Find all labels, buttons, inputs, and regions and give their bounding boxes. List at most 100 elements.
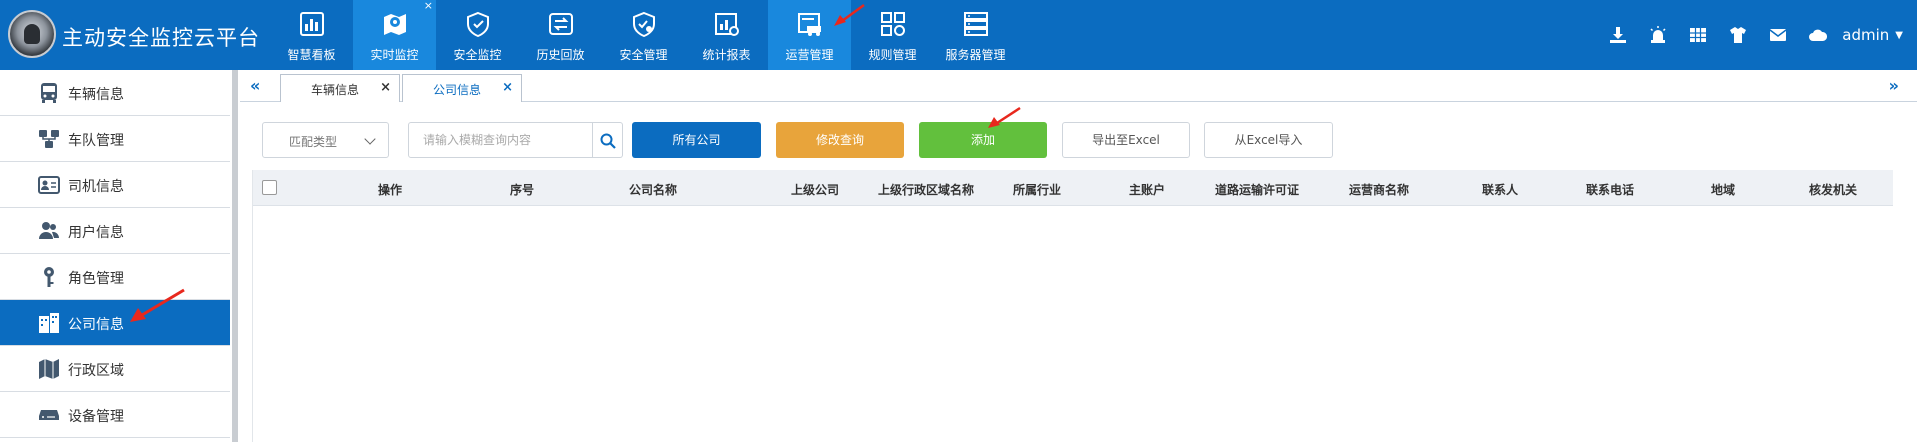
mail-button[interactable]: [1758, 0, 1798, 70]
key-icon: [44, 267, 54, 287]
column-header: 联系电话: [1586, 183, 1635, 197]
fleet-icon: [39, 130, 59, 148]
sidebar-item-driver-info[interactable]: 司机信息: [0, 162, 230, 208]
map-pin-icon: [384, 14, 406, 35]
column-header: 地域: [1711, 183, 1736, 197]
nav-label: 规则管理: [868, 48, 917, 62]
theme-button[interactable]: [1718, 0, 1758, 70]
shirt-icon: [1730, 27, 1747, 43]
cloud-icon: [1809, 29, 1828, 41]
sidebar-item-label: 角色管理: [68, 271, 124, 287]
nav-label: 统计报表: [702, 48, 751, 62]
import-excel-button[interactable]: 从Excel导入: [1204, 122, 1333, 158]
bus-icon: [41, 83, 57, 103]
sidebar-item-vehicle-info[interactable]: 车辆信息: [0, 70, 230, 116]
nav-item-history-playback[interactable]: 历史回放: [519, 0, 602, 70]
search-button[interactable]: [593, 122, 623, 158]
tab-label: 公司信息: [433, 83, 482, 97]
nav-label: 服务器管理: [945, 48, 1006, 62]
header-toolbar: admin ▼: [1598, 0, 1917, 70]
nav-label: 实时监控: [370, 48, 419, 62]
column-header: 上级行政区域名称: [878, 183, 975, 197]
rules-grid-icon: [881, 12, 905, 36]
nav-label: 历史回放: [536, 48, 585, 62]
column-header: 所属行业: [1013, 183, 1062, 197]
close-icon[interactable]: ×: [380, 80, 391, 95]
sidebar-item-company-info[interactable]: 公司信息: [0, 300, 230, 346]
sidebar-item-label: 车队管理: [68, 133, 124, 149]
download-button[interactable]: [1598, 0, 1638, 70]
sidebar-item-device-management[interactable]: 设备管理: [0, 392, 230, 438]
sidebar: 车辆信息 车队管理 司机信息 用户信息 角色管理 公司信息 行政区域 设备管理: [0, 70, 232, 442]
select-all-checkbox[interactable]: [262, 180, 277, 195]
id-card-icon: [38, 176, 60, 194]
chevron-down-icon[interactable]: ▼: [1895, 30, 1903, 41]
sidebar-scrollbar[interactable]: [232, 70, 238, 442]
column-header: 联系人: [1482, 183, 1519, 197]
company-table: 操作 序号 公司名称 上级公司 上级行政区域名称 所属行业 主账户 道路运输许可…: [252, 170, 1893, 442]
tab-scroll-left-button[interactable]: «: [250, 76, 260, 95]
dashboard-icon: [300, 12, 324, 36]
device-icon: [39, 410, 59, 420]
match-type-select[interactable]: 匹配类型: [262, 122, 389, 158]
cloud-button[interactable]: [1798, 0, 1838, 70]
vehicle-management-icon: [798, 13, 821, 36]
alarm-button[interactable]: [1638, 0, 1678, 70]
nav-label: 安全监控: [453, 48, 502, 62]
tab-vehicle-info[interactable]: 车辆信息 ×: [280, 74, 400, 102]
column-header: 序号: [510, 183, 535, 197]
column-header: 公司名称: [629, 183, 678, 197]
nav-item-statistics-report[interactable]: 统计报表: [685, 0, 768, 70]
download-icon: [1610, 27, 1627, 43]
export-excel-button[interactable]: 导出至Excel: [1062, 122, 1190, 158]
app-logo: [8, 10, 56, 58]
search-input[interactable]: [408, 122, 593, 158]
app-title: 主动安全监控云平台: [62, 26, 260, 50]
sidebar-item-admin-region[interactable]: 行政区域: [0, 346, 230, 392]
column-header: 运营商名称: [1349, 183, 1410, 197]
all-companies-button[interactable]: 所有公司: [632, 122, 761, 158]
column-header: 上级公司: [791, 183, 840, 197]
column-header: 操作: [378, 183, 403, 197]
sidebar-item-label: 用户信息: [68, 225, 124, 241]
add-button[interactable]: 添加: [919, 122, 1047, 158]
close-icon[interactable]: ×: [502, 80, 513, 95]
users-icon: [39, 222, 60, 239]
column-header: 道路运输许可证: [1215, 183, 1300, 197]
annotation-arrow: [130, 288, 185, 322]
sidebar-item-label: 车辆信息: [68, 87, 124, 103]
table-header: 操作 序号 公司名称 上级公司 上级行政区域名称 所属行业 主账户 道路运输许可…: [253, 170, 1893, 206]
tab-company-info[interactable]: 公司信息 ×: [402, 74, 522, 102]
nav-item-realtime-monitor[interactable]: 实时监控 ×: [353, 0, 436, 70]
sidebar-item-user-info[interactable]: 用户信息: [0, 208, 230, 254]
top-bar: 主动安全监控云平台 智慧看板 实时监控 × 安全监控 历史回放 安全管理 统计报…: [0, 0, 1917, 70]
mail-icon: [1769, 29, 1787, 41]
annotation-arrow: [988, 106, 1021, 128]
sidebar-item-label: 司机信息: [68, 179, 124, 195]
tab-strip: « 车辆信息 × 公司信息 × »: [240, 70, 1917, 102]
nav-label: 安全管理: [619, 48, 668, 62]
grid-list-button[interactable]: [1678, 0, 1718, 70]
grid-list-icon: [1690, 28, 1707, 42]
annotation-arrow: [834, 3, 865, 26]
sidebar-item-label: 行政区域: [68, 363, 124, 379]
report-chart-icon: [715, 13, 739, 36]
user-menu[interactable]: admin: [1842, 26, 1889, 44]
nav-close-button[interactable]: ×: [424, 0, 433, 12]
nav-item-dashboard[interactable]: 智慧看板: [270, 0, 353, 70]
playback-icon: [549, 13, 573, 35]
nav-label: 运营管理: [785, 48, 834, 62]
tab-scroll-right-button[interactable]: »: [1889, 76, 1899, 95]
alarm-siren-icon: [1650, 26, 1666, 43]
nav-item-safety-management[interactable]: 安全管理: [602, 0, 685, 70]
shield-settings-icon: [633, 11, 655, 37]
chevron-down-icon: [364, 133, 376, 145]
nav-label: 智慧看板: [287, 48, 336, 62]
nav-item-safety-monitor[interactable]: 安全监控: [436, 0, 519, 70]
modify-query-button[interactable]: 修改查询: [776, 122, 904, 158]
column-header: 主账户: [1129, 183, 1166, 197]
nav-item-server-management[interactable]: 服务器管理: [934, 0, 1017, 70]
shield-icon: [467, 11, 489, 37]
sidebar-item-role-management[interactable]: 角色管理: [0, 254, 230, 300]
sidebar-item-fleet-management[interactable]: 车队管理: [0, 116, 230, 162]
